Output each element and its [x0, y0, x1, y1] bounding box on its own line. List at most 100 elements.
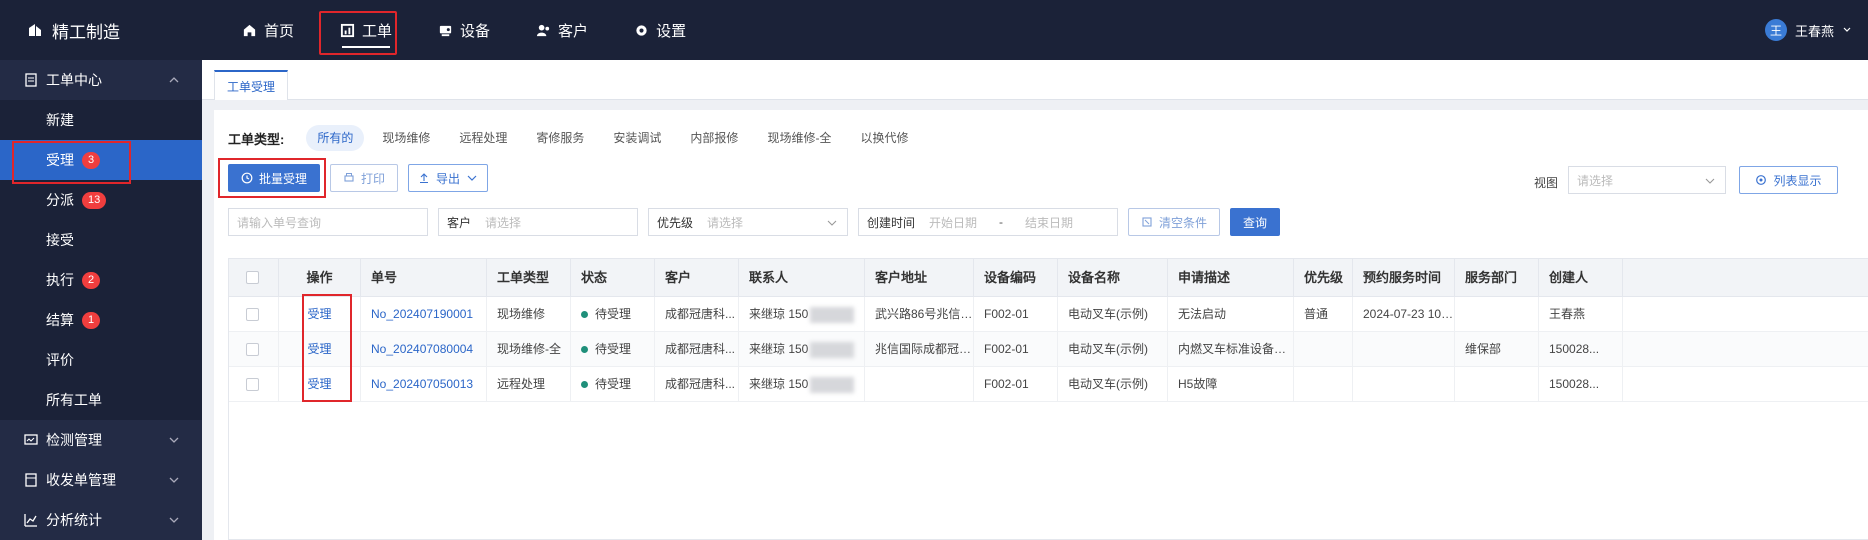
sidebar-item-receive[interactable]: 接受 — [0, 220, 202, 260]
order-type: 远程处理 — [487, 367, 571, 402]
row-select-cell — [229, 332, 279, 367]
nav-home[interactable]: 首页 — [230, 0, 306, 60]
row-checkbox[interactable] — [246, 378, 259, 391]
contact-text: 来继琼 150 — [749, 307, 809, 321]
sidebar-group-stats[interactable]: 分析统计 — [0, 500, 202, 540]
creator-cell: 150028... — [1539, 332, 1623, 367]
tab-workorder-accept[interactable]: 工单受理 — [214, 70, 289, 100]
printer-icon — [344, 173, 354, 182]
row-checkbox[interactable] — [246, 308, 259, 321]
col-header: 预约服务时间 — [1353, 259, 1455, 297]
contact-text: 来继琼 150 — [749, 377, 809, 391]
type-chip[interactable]: 现场维修-全 — [756, 125, 842, 151]
priority-cell — [1294, 367, 1353, 402]
status-cell: 待受理 — [571, 297, 655, 332]
sidebar-item-label: 执行 — [46, 272, 74, 288]
sidebar-group-workorder[interactable]: 工单中心 — [0, 60, 202, 100]
sidebar: 工单中心 新建 受理 3 分派 13 接受 执行 2 结算 1 评价 所有工单 … — [0, 60, 202, 540]
device-icon — [439, 25, 452, 36]
sidebar-item-label: 分派 — [46, 192, 74, 208]
count-badge: 1 — [82, 311, 101, 329]
customer-placeholder: 请选择 — [485, 215, 522, 230]
row-checkbox[interactable] — [246, 343, 259, 356]
brand[interactable]: 精工制造 — [26, 0, 120, 60]
created-date-range[interactable]: 创建时间 开始日期 - 结束日期 — [858, 208, 1118, 236]
col-header: 状态 — [571, 259, 655, 297]
table-row: 受理 No_202407080004 现场维修-全 待受理 成都冠唐科... 来… — [229, 332, 1868, 367]
select-all-checkbox[interactable] — [246, 271, 259, 284]
redacted-mask — [810, 341, 855, 358]
tab-strip: 工单受理 — [202, 60, 1868, 100]
address-cell — [865, 367, 974, 402]
col-header: 工单类型 — [487, 259, 571, 297]
order-number-link[interactable]: No_202407050013 — [361, 367, 487, 402]
redacted-mask — [810, 306, 855, 323]
analytics-icon — [24, 514, 37, 527]
type-chip-all[interactable]: 所有的 — [306, 125, 365, 151]
customer-select[interactable]: 客户 请选择 — [438, 208, 638, 236]
description-cell: 内燃叉车标准设备故障 — [1168, 332, 1294, 367]
sidebar-group-label: 工单中心 — [46, 72, 102, 88]
sidebar-item-new[interactable]: 新建 — [0, 100, 202, 140]
type-filter-label: 工单类型: — [228, 131, 285, 147]
header-select-all — [229, 259, 279, 297]
export-button[interactable]: 导出 — [408, 164, 488, 192]
avatar: 王 — [1764, 19, 1787, 41]
sidebar-group-label: 收发单管理 — [46, 472, 116, 488]
gear-icon — [636, 24, 647, 36]
col-header: 联系人 — [739, 259, 865, 297]
logo-icon — [29, 24, 41, 36]
type-chip[interactable]: 现场维修 — [371, 125, 441, 151]
view-label: 视图 — [1534, 176, 1559, 190]
type-chip[interactable]: 安装调试 — [602, 125, 672, 151]
sidebar-group-inspect[interactable]: 检测管理 — [0, 420, 202, 460]
contact-cell: 来继琼 150 — [739, 367, 865, 402]
workorder-table: 操作 单号 工单类型 状态 客户 联系人 客户地址 设备编码 设备名称 申请描述… — [228, 258, 1868, 540]
sidebar-item-dispatch[interactable]: 分派 13 — [0, 180, 202, 220]
col-header: 操作 — [279, 259, 361, 297]
print-button[interactable]: 打印 — [330, 164, 398, 192]
clear-filters-button[interactable]: 清空条件 — [1128, 208, 1220, 236]
nav-highlight-box — [319, 11, 397, 55]
type-chip[interactable]: 内部报修 — [679, 125, 749, 151]
sidebar-highlight-box — [12, 141, 131, 184]
description-cell: H5故障 — [1168, 367, 1294, 402]
order-number-link[interactable]: No_202407080004 — [361, 332, 487, 367]
sidebar-group-dispatch[interactable]: 收发单管理 — [0, 460, 202, 500]
users-icon — [536, 24, 550, 36]
order-number-link[interactable]: No_202407190001 — [361, 297, 487, 332]
query-button[interactable]: 查询 — [1230, 208, 1280, 236]
end-date[interactable]: 结束日期 — [1025, 214, 1073, 231]
sidebar-item-all[interactable]: 所有工单 — [0, 380, 202, 420]
order-search-input[interactable]: 请输入单号查询 — [228, 208, 428, 236]
nav-customer[interactable]: 客户 — [524, 0, 600, 60]
view-placeholder: 请选择 — [1577, 173, 1614, 188]
status-dot-icon — [581, 346, 588, 354]
creator-cell: 王春燕 — [1539, 297, 1623, 332]
priority-placeholder: 请选择 — [707, 215, 744, 230]
customer-cell: 成都冠唐科... — [655, 332, 739, 367]
user-menu[interactable]: 王 王春燕 — [1764, 0, 1852, 60]
type-chip[interactable]: 远程处理 — [448, 125, 518, 151]
nav-device[interactable]: 设备 — [426, 0, 502, 60]
priority-select[interactable]: 优先级 请选择 — [648, 208, 848, 236]
list-display-label: 列表显示 — [1773, 173, 1822, 188]
col-header: 设备名称 — [1058, 259, 1168, 297]
col-header: 优先级 — [1294, 259, 1353, 297]
chevron-down-icon — [827, 220, 837, 226]
view-select[interactable]: 请选择 — [1568, 166, 1726, 194]
table-row: 受理 No_202407190001 现场维修 待受理 成都冠唐科... 来继琼… — [229, 297, 1868, 332]
device-name-cell: 电动叉车(示例) — [1058, 367, 1168, 402]
nav-settings[interactable]: 设置 — [622, 0, 698, 60]
start-date[interactable]: 开始日期 — [929, 214, 977, 231]
list-display-button[interactable]: 列表显示 — [1739, 166, 1838, 194]
sidebar-item-label: 接受 — [46, 232, 74, 248]
customer-cell: 成都冠唐科... — [655, 367, 739, 402]
status-text: 待受理 — [595, 342, 632, 356]
sidebar-item-execute[interactable]: 执行 2 — [0, 260, 202, 300]
sidebar-item-evaluate[interactable]: 评价 — [0, 340, 202, 380]
sidebar-item-settle[interactable]: 结算 1 — [0, 300, 202, 340]
type-chip[interactable]: 寄修服务 — [525, 125, 595, 151]
row-select-cell — [229, 367, 279, 402]
type-chip[interactable]: 以换代修 — [849, 125, 919, 151]
